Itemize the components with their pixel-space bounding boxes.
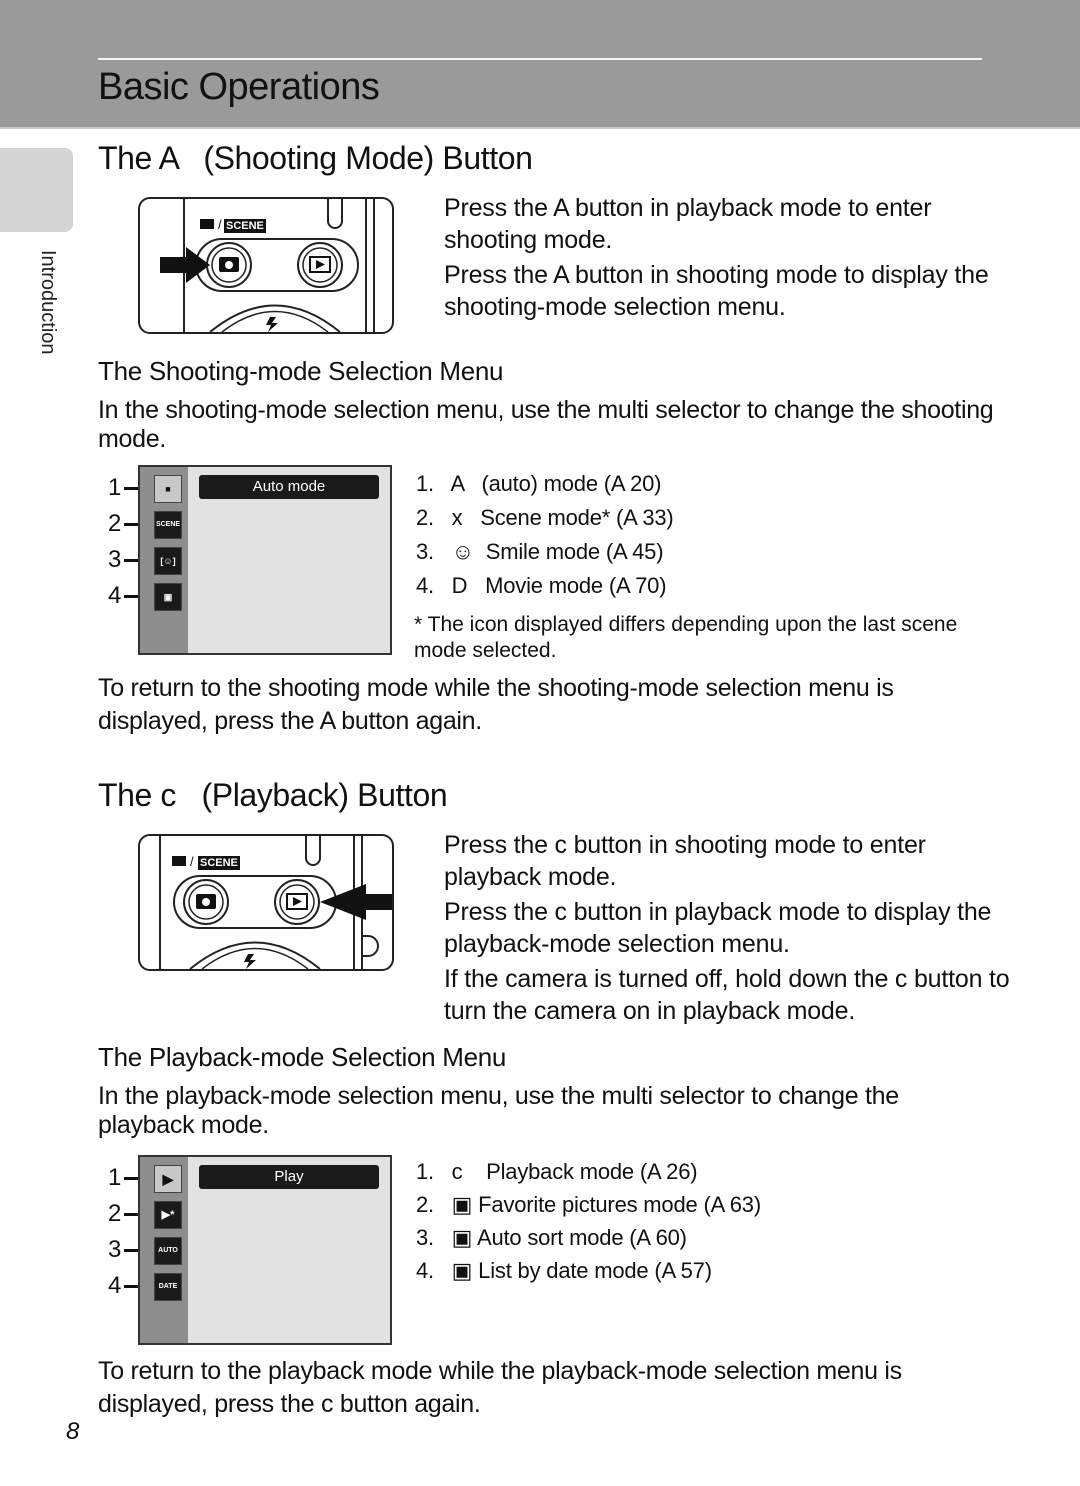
chapter-title: Basic Operations [98, 66, 380, 108]
callout-number: 2 [108, 1200, 122, 1227]
list-item: 4. D Movie mode (A 70) [416, 573, 667, 598]
playback-mode-menu-screen: ▶ ▶* AUTO DATE Play [138, 1155, 392, 1345]
desc-paragraph: Press the A button in shooting mode to d… [444, 261, 989, 321]
playback-section-title: The c (Playback) Button [98, 777, 448, 813]
auto-sort-icon: AUTO [154, 1237, 182, 1265]
callout-number: 4 [108, 582, 122, 609]
shooting-mode-menu-screen: ■ SCENE [☺] ▣ Auto mode [138, 465, 392, 655]
camera-icon: ■ [154, 475, 182, 503]
playback-menu-intro: In the playback-mode selection menu, use… [98, 1082, 899, 1139]
callout-number: 1 [108, 1164, 122, 1191]
list-item: 2. ▣ Favorite pictures mode (A 63) [416, 1192, 761, 1217]
smile-icon: [☺] [154, 547, 182, 575]
shooting-mode-list: 1. A (auto) mode (A 20) 2. x Scene mode*… [416, 467, 674, 603]
movie-icon: ▣ [154, 583, 182, 611]
shooting-button-description: Press the A button in playback mode to e… [444, 192, 1024, 326]
favorite-icon: ▶* [154, 1201, 182, 1229]
scene-label: SCENE [198, 856, 240, 870]
side-tab-label: Introduction [37, 250, 59, 355]
list-item: 1. c Playback mode (A 26) [416, 1159, 698, 1184]
scene-label: SCENE [224, 219, 266, 233]
list-item: 4. ▣ List by date mode (A 57) [416, 1258, 712, 1283]
svg-text:/: / [218, 217, 222, 232]
desc-paragraph: Press the c button in shooting mode to e… [444, 831, 926, 891]
footnote: * The icon displayed differs depending u… [414, 613, 958, 662]
playback-return-text: To return to the playback mode while the… [98, 1357, 902, 1418]
camera-back-drawing: / [159, 836, 392, 969]
playback-button-description: Press the c button in shooting mode to e… [444, 829, 1024, 1030]
list-item: 3. ☺ Smile mode (A 45) [416, 539, 664, 564]
camera-illustration-playback: / SCENE [138, 834, 394, 971]
callout-number: 1 [108, 474, 122, 501]
camera-illustration-shooting: / SCENE [138, 197, 394, 334]
side-tab [0, 148, 73, 232]
callout-number: 2 [108, 510, 122, 537]
screen-banner: Auto mode [199, 475, 379, 499]
shooting-section-title: The A (Shooting Mode) Button [98, 140, 533, 176]
list-item: 2. x Scene mode* (A 33) [416, 505, 674, 530]
header-rule [98, 58, 982, 60]
shooting-menu-intro: In the shooting-mode selection menu, use… [98, 396, 994, 453]
camera-back-drawing: / [160, 199, 375, 332]
chapter-header: Basic Operations [0, 0, 1080, 129]
shooting-return-text: To return to the shooting mode while the… [98, 674, 894, 735]
list-item: 3. ▣ Auto sort mode (A 60) [416, 1225, 687, 1250]
callout-number: 3 [108, 1236, 122, 1263]
date-icon: DATE [154, 1273, 182, 1301]
svg-text:/: / [190, 854, 194, 869]
desc-paragraph: If the camera is turned off, hold down t… [444, 965, 1010, 1025]
desc-paragraph: Press the c button in playback mode to d… [444, 898, 992, 958]
screen-banner: Play [199, 1165, 379, 1189]
playback-mode-list: 1. c Playback mode (A 26) 2. ▣ Favorite … [416, 1155, 761, 1287]
callout-number: 3 [108, 546, 122, 573]
shooting-menu-title: The Shooting-mode Selection Menu [98, 356, 504, 386]
callout-number: 4 [108, 1272, 122, 1299]
scene-icon: SCENE [154, 511, 182, 539]
playback-menu-title: The Playback-mode Selection Menu [98, 1042, 507, 1072]
play-icon: ▶ [154, 1165, 182, 1193]
page-number: 8 [66, 1418, 80, 1445]
list-item: 1. A (auto) mode (A 20) [416, 471, 662, 496]
desc-paragraph: Press the A button in playback mode to e… [444, 194, 932, 254]
